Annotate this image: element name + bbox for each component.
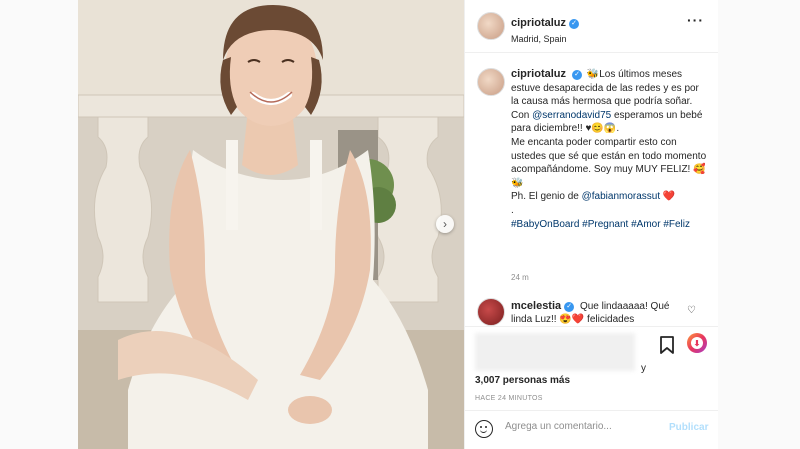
next-photo-button[interactable]: › [436, 215, 454, 233]
blurred-action-icons [475, 333, 635, 371]
likes-count[interactable]: 3,007 personas más [475, 375, 570, 386]
comment-box: Publicar [465, 410, 718, 448]
commenter-avatar[interactable] [477, 298, 505, 326]
publish-comment-button[interactable]: Publicar [669, 422, 708, 433]
post-actions: y 3,007 personas más HACE 24 MINUTOS Pub… [465, 326, 718, 447]
caption-text-3: Me encanta poder compartir esto con uste… [511, 136, 707, 189]
caption-dot: . [511, 204, 514, 216]
verified-badge-icon: ✓ [572, 70, 583, 80]
hashtags-link[interactable]: #BabyOnBoard #Pregnant #Amor #Feliz [511, 219, 690, 230]
emoji-smiley-icon[interactable] [475, 420, 493, 438]
caption-text-4a: Ph. El genio de [511, 191, 582, 203]
post-modal: › cipriotaluz ✓ Madrid, Spain ··· cipriot… [78, 0, 718, 449]
post-sidebar: cipriotaluz ✓ Madrid, Spain ··· cipriotal… [464, 0, 718, 449]
comment-like-heart-icon[interactable]: ♡ [687, 305, 696, 316]
likes-conjunction: y [641, 363, 646, 374]
page-background-left [0, 0, 78, 449]
verified-badge-icon: ✓ [564, 302, 575, 312]
author-info: cipriotaluz ✓ Madrid, Spain [511, 13, 580, 44]
post-photo[interactable]: › [78, 0, 464, 449]
post-location[interactable]: Madrid, Spain [511, 34, 579, 44]
download-extension-icon[interactable]: ⬇ [687, 333, 707, 353]
author-username[interactable]: cipriotaluz [511, 17, 566, 29]
caption-time: 24 m [511, 273, 529, 282]
caption-avatar[interactable] [477, 68, 505, 96]
caption-text-2a: Con [511, 109, 533, 121]
photo-illustration [78, 0, 464, 449]
post-caption: cipriotaluz ✓ 🐝Los últimos meses estuve d… [511, 68, 707, 231]
caption-text-4b: ❤️ [660, 191, 676, 203]
page-background-right [718, 0, 800, 449]
mention-link[interactable]: @serranodavid75 [532, 110, 611, 121]
more-options-icon[interactable]: ··· [687, 12, 704, 28]
comment-input[interactable] [505, 421, 655, 432]
bookmark-save-icon[interactable] [657, 335, 677, 355]
post-timestamp: HACE 24 MINUTOS [475, 395, 543, 402]
comment-item: mcelestia ✓ Que lindaaaaa! Qué linda Luz!… [511, 300, 687, 326]
caption-username[interactable]: cipriotaluz [511, 68, 566, 80]
mention-link[interactable]: @fabianmorassut [582, 191, 661, 202]
verified-badge-icon: ✓ [569, 19, 580, 29]
author-avatar[interactable] [477, 12, 505, 40]
post-header: cipriotaluz ✓ Madrid, Spain ··· [465, 0, 718, 53]
commenter-username[interactable]: mcelestia [511, 300, 561, 312]
